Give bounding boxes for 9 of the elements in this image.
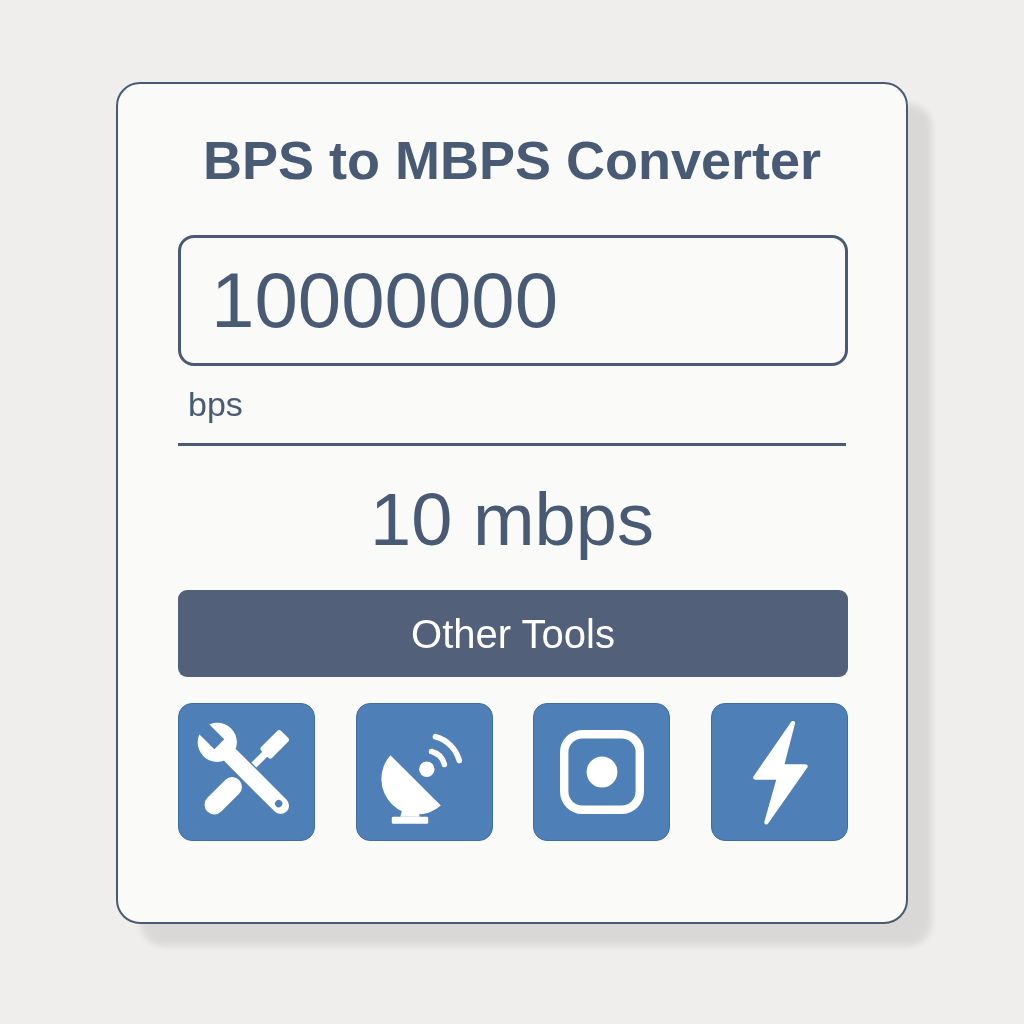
tools-button[interactable] [178, 703, 315, 842]
other-tools-button[interactable]: Other Tools [178, 590, 848, 678]
bps-input-field[interactable]: 10000000 [178, 234, 848, 366]
result-value: 10 mbps [370, 476, 654, 563]
record-button[interactable] [533, 703, 671, 842]
unit-label: bps [188, 383, 243, 425]
satellite-dish-button[interactable] [355, 703, 493, 842]
lightning-button[interactable] [710, 703, 848, 842]
converter-title: BPS to MBPS Converter [201, 129, 823, 192]
